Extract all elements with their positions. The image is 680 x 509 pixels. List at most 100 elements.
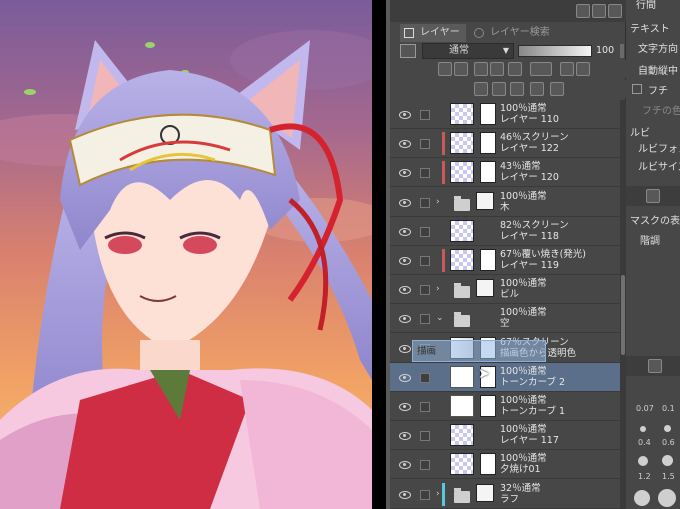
artwork-canvas[interactable]: [0, 0, 372, 509]
brush-dot[interactable]: [638, 456, 648, 466]
layer-row[interactable]: › 100％通常 ビル: [390, 275, 620, 304]
brush-dot[interactable]: [664, 425, 671, 432]
eye-icon[interactable]: [399, 199, 411, 207]
layer-row[interactable]: ⌄ 100％通常空: [390, 304, 620, 333]
chevron-right-icon[interactable]: ›: [436, 284, 440, 294]
tab-label: レイヤー検索: [490, 27, 550, 38]
layer-row[interactable]: 43％通常 レイヤー 120: [390, 158, 620, 187]
add-mask-icon[interactable]: [550, 82, 564, 96]
tab-layer[interactable]: レイヤー: [400, 24, 466, 42]
layer-mask-thumbnail: [480, 395, 496, 417]
tab-layer-search[interactable]: レイヤー検索: [470, 24, 556, 42]
transfer-down-icon[interactable]: [492, 82, 506, 96]
brush-size-value[interactable]: 0.4: [638, 438, 651, 447]
lock-checkbox[interactable]: [420, 110, 430, 120]
layer-row[interactable]: 46％スクリーン レイヤー 122: [390, 129, 620, 158]
layer-mask-icon[interactable]: [530, 82, 544, 96]
layer-row[interactable]: › 32％通常 ラフ: [390, 480, 620, 509]
lock-checkbox[interactable]: [420, 314, 430, 324]
layer-mask-thumbnail: [480, 161, 496, 183]
lock-checkbox[interactable]: [420, 460, 430, 470]
lock-checkbox[interactable]: [420, 139, 430, 149]
new-layer-icon[interactable]: [592, 4, 606, 18]
brush-size-value[interactable]: 0.07: [636, 404, 654, 413]
brush-dot[interactable]: [640, 426, 646, 432]
layer-color-swatch[interactable]: [400, 44, 416, 58]
prop-ruby-font: ルビフォン: [638, 144, 680, 155]
brush-size-value[interactable]: 1.5: [662, 472, 675, 481]
layer-thumbnail: [450, 220, 474, 242]
scrollbar-thumb[interactable]: [621, 275, 625, 355]
lock-icon[interactable]: [474, 62, 488, 76]
eye-icon[interactable]: [399, 403, 411, 411]
layer-row[interactable]: 100％通常 夕焼け01: [390, 450, 620, 479]
chevron-down-icon[interactable]: ⌄: [436, 313, 444, 323]
eye-icon[interactable]: [399, 228, 411, 236]
visibility-toggle-icon[interactable]: [510, 82, 524, 96]
brush-dot[interactable]: [634, 490, 650, 506]
tab-label: レイヤー: [420, 27, 460, 38]
eye-icon[interactable]: [399, 140, 411, 148]
lock-checkbox[interactable]: [420, 256, 430, 266]
brush-size-tabbar: [626, 356, 680, 376]
lock-checkbox[interactable]: [420, 431, 430, 441]
prop-ruby: ルビ: [630, 128, 650, 139]
opacity-slider[interactable]: [518, 45, 592, 57]
layer-row[interactable]: › 100％通常木: [390, 188, 620, 217]
brush-size-tab-icon[interactable]: [648, 359, 662, 373]
eye-icon[interactable]: [399, 286, 411, 294]
layer-opacity-mode: 67％覆い焼き(発光): [500, 249, 587, 260]
layer-row[interactable]: 100％通常 トーンカーブ 2: [390, 363, 620, 392]
layer-opacity-mode: 100％通常: [500, 278, 547, 289]
opacity-stepper[interactable]: [620, 44, 624, 58]
eye-icon[interactable]: [399, 111, 411, 119]
eye-icon[interactable]: [399, 345, 411, 353]
lock-transparency-icon[interactable]: [490, 62, 504, 76]
lock-checkbox[interactable]: [420, 373, 430, 383]
layer-row[interactable]: 100％通常 トーンカーブ 1: [390, 392, 620, 421]
brush-dot[interactable]: [662, 455, 673, 466]
eye-icon[interactable]: [399, 169, 411, 177]
eye-icon[interactable]: [399, 257, 411, 265]
lock-checkbox[interactable]: [420, 490, 430, 500]
blend-mode-value: 通常: [449, 45, 469, 56]
reference-layer-icon[interactable]: [438, 62, 452, 76]
merge-down-icon[interactable]: [474, 82, 488, 96]
layer-property-tab-icon[interactable]: [646, 189, 660, 203]
layer-row[interactable]: 100％通常 レイヤー 117: [390, 421, 620, 450]
chevron-right-icon[interactable]: ›: [436, 197, 440, 207]
new-folder-icon[interactable]: [576, 4, 590, 18]
mask-range-icon[interactable]: [530, 62, 552, 76]
lock-checkbox[interactable]: [420, 198, 430, 208]
layer-mask-thumbnail: [480, 103, 496, 125]
draft-layer-icon[interactable]: [454, 62, 468, 76]
delete-layer-icon[interactable]: [608, 4, 622, 18]
brush-size-value[interactable]: 0.1: [662, 404, 675, 413]
lock-checkbox[interactable]: [420, 168, 430, 178]
chevron-right-icon[interactable]: ›: [436, 489, 440, 499]
brush-size-value[interactable]: 0.6: [662, 438, 675, 447]
edge-checkbox[interactable]: [632, 84, 642, 94]
clipping-icon[interactable]: [560, 62, 574, 76]
mask-enable-icon[interactable]: [508, 62, 522, 76]
layer-row[interactable]: 67％覆い焼き(発光) レイヤー 119: [390, 246, 620, 275]
layer-name: 空: [500, 318, 510, 329]
palette-color-icon[interactable]: [576, 62, 590, 76]
layer-row[interactable]: 100％通常 レイヤー 110: [390, 100, 620, 129]
lock-checkbox[interactable]: [420, 227, 430, 237]
eye-icon[interactable]: [399, 491, 411, 499]
eye-icon[interactable]: [399, 315, 411, 323]
eye-icon[interactable]: [399, 432, 411, 440]
layer-row[interactable]: 82％スクリーン レイヤー 118: [390, 217, 620, 246]
layer-thumbnail: [450, 249, 474, 271]
brush-dot[interactable]: [658, 489, 676, 507]
eye-icon[interactable]: [399, 461, 411, 469]
lock-checkbox[interactable]: [420, 402, 430, 412]
layer-opacity-mode: 100％通常: [500, 424, 547, 435]
prop-ruby-size: ルビサイズ: [638, 162, 680, 173]
layer-opacity-mode: 100％通常: [500, 366, 547, 377]
eye-icon[interactable]: [399, 374, 411, 382]
blend-mode-select[interactable]: 通常 ▼: [422, 43, 514, 59]
brush-size-value[interactable]: 1.2: [638, 472, 651, 481]
lock-checkbox[interactable]: [420, 285, 430, 295]
